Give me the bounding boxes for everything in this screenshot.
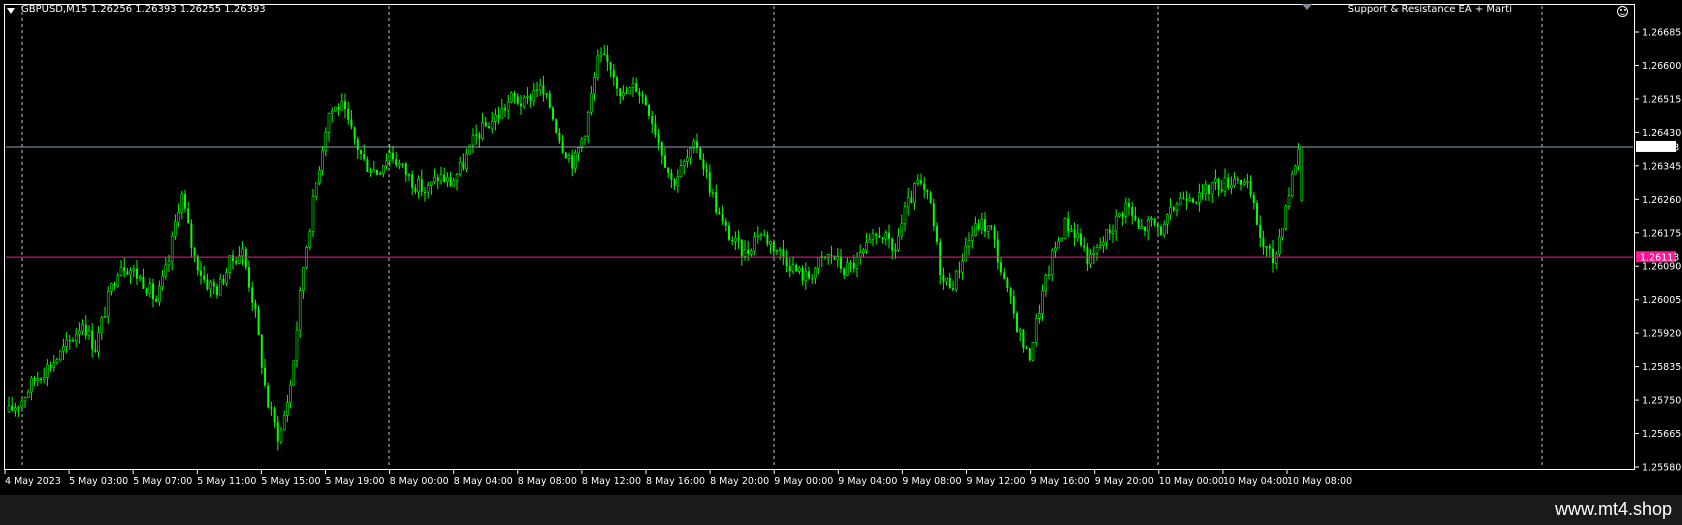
candle [1028, 347, 1031, 362]
time-tick-label: 8 May 08:00 [518, 476, 577, 487]
candle [1290, 170, 1294, 198]
candle [555, 118, 558, 134]
time-tick-label: 9 May 12:00 [967, 476, 1026, 487]
chart-window[interactable]: 1.26685 1.26600 1.26515 1.26430 1.26345 1.262… [0, 0, 1682, 495]
candle [699, 147, 702, 161]
time-tick-label: 5 May 11:00 [197, 476, 256, 487]
time-tick-label: 9 May 16:00 [1031, 476, 1090, 487]
candle [334, 106, 337, 112]
price-tick-label: 1.25580 [1642, 463, 1681, 474]
price-tick-label: 1.26175 [1642, 228, 1681, 239]
bid-price-label: 1.26393 [1636, 140, 1679, 153]
price-tick-label: 1.25665 [1642, 429, 1681, 440]
time-tick-label: 8 May 12:00 [582, 476, 641, 487]
candle [932, 198, 935, 232]
time-tick-label: 5 May 07:00 [133, 476, 192, 487]
price-chart[interactable]: 1.26685 1.26600 1.26515 1.26430 1.26345 1.262… [0, 0, 1682, 495]
time-tick-label: 8 May 16:00 [646, 476, 705, 487]
support-price-label: 1.26113 [1636, 251, 1679, 264]
time-tick-label: 9 May 00:00 [774, 476, 833, 487]
candle [1300, 146, 1304, 202]
candle [1256, 200, 1258, 226]
time-tick-label: 8 May 20:00 [710, 476, 769, 487]
candle [1294, 164, 1297, 175]
candle [1284, 204, 1288, 231]
price-tick-label: 1.26005 [1642, 295, 1681, 306]
candle [1034, 313, 1038, 347]
time-tick-label: 9 May 20:00 [1095, 476, 1154, 487]
price-tick-label: 1.26260 [1642, 195, 1681, 206]
price-tick-label: 1.26600 [1642, 61, 1681, 72]
time-tick-label: 9 May 04:00 [838, 476, 897, 487]
candle [308, 228, 312, 251]
smiley-icon[interactable] [1617, 6, 1628, 17]
support-price-text: 1.26113 [1640, 253, 1679, 264]
price-tick-label: 1.25750 [1642, 396, 1681, 407]
chart-shift-marker-icon[interactable] [1302, 4, 1312, 10]
candle [311, 188, 315, 238]
candle [292, 360, 296, 386]
candle [468, 144, 472, 155]
price-tick-label: 1.26345 [1642, 161, 1681, 172]
footer-bar: www.mt4.shop [0, 495, 1682, 525]
time-tick-label: 9 May 08:00 [902, 476, 961, 487]
candle [628, 86, 632, 95]
candle [257, 305, 260, 336]
bid-price-text: 1.26393 [1640, 142, 1679, 153]
time-tick-label: 10 May 08:00 [1287, 476, 1352, 487]
candle [267, 382, 270, 409]
price-tick-label: 1.25835 [1642, 362, 1681, 373]
candle [833, 255, 836, 261]
candle [929, 190, 932, 205]
price-tick-label: 1.26685 [1642, 28, 1681, 39]
time-tick-label: 5 May 15:00 [261, 476, 320, 487]
time-tick-label: 8 May 04:00 [454, 476, 513, 487]
candle [510, 91, 513, 104]
candle [244, 246, 247, 271]
time-tick-label: 10 May 04:00 [1223, 476, 1288, 487]
time-tick-label: 5 May 19:00 [326, 476, 385, 487]
time-tick-label: 5 May 03:00 [69, 476, 128, 487]
time-tick-label: 10 May 00:00 [1159, 476, 1224, 487]
chart-menu-triangle-icon[interactable] [7, 8, 15, 14]
price-tick-label: 1.25920 [1642, 329, 1681, 340]
candle [1031, 342, 1035, 362]
price-tick-label: 1.26430 [1642, 128, 1681, 139]
expert-advisor-label: Support & Resistance EA + Marti [1347, 4, 1512, 15]
symbol-info: GBPUSD,M15 1.26256 1.26393 1.26255 1.263… [21, 4, 266, 15]
candle [279, 427, 283, 445]
candle [552, 105, 554, 122]
time-tick-label: 8 May 00:00 [390, 476, 449, 487]
candle [1063, 217, 1067, 240]
price-tick-label: 1.26515 [1642, 94, 1681, 105]
time-tick-label: 4 May 2023 [5, 476, 61, 487]
candle [1016, 311, 1018, 334]
watermark: www.mt4.shop [1554, 499, 1672, 519]
candle [954, 270, 958, 293]
